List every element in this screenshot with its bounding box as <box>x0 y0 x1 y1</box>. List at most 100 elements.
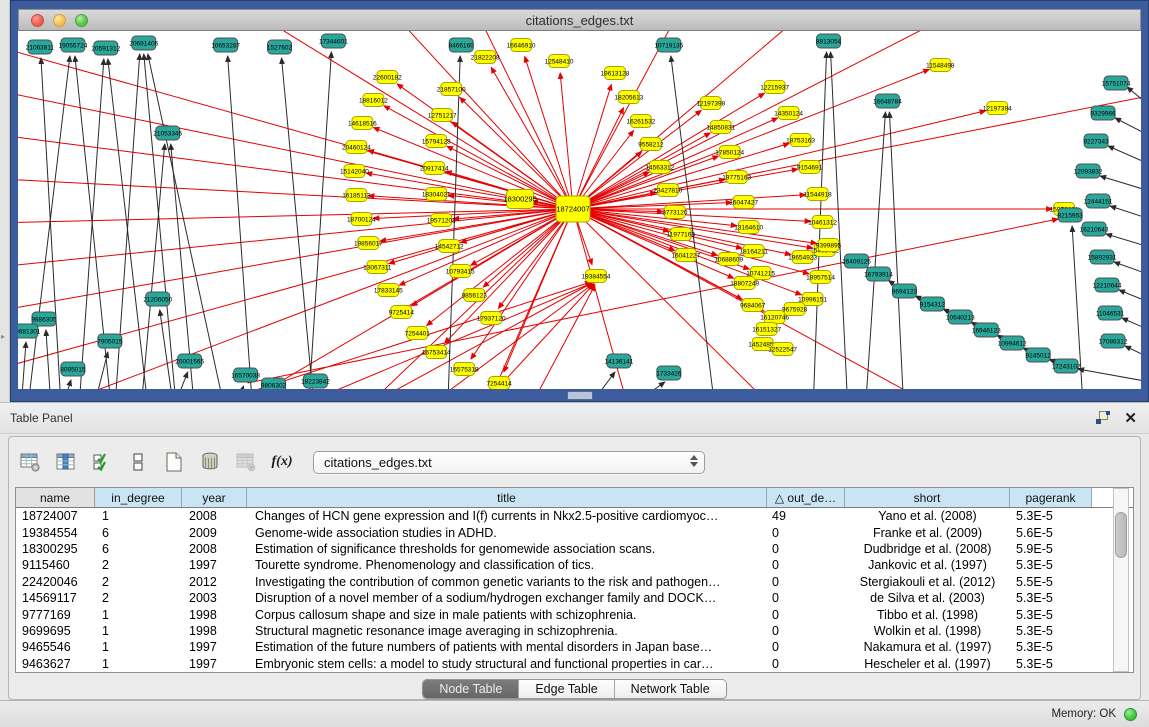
table-cell-name[interactable]: 19384554 <box>16 526 95 540</box>
table-cell-pagerank[interactable]: 5.3E-5 <box>1010 558 1092 572</box>
table-cell-out_degree[interactable]: 0 <box>767 558 845 572</box>
table-cell-short[interactable]: Nakamura et al. (1997) <box>845 640 1010 654</box>
table-row[interactable]: 946554611997Estimation of the future num… <box>16 639 1133 655</box>
network-canvas[interactable]: 1872400718300295226001821881601214618516… <box>18 31 1141 389</box>
table-cell-year[interactable]: 2003 <box>182 591 247 605</box>
table-cell-title[interactable]: Changes of HCN gene expression and I(f) … <box>247 509 767 523</box>
table-cell-pagerank[interactable]: 5.3E-5 <box>1010 509 1092 523</box>
table-cell-out_degree[interactable]: 0 <box>767 526 845 540</box>
table-cell-in_degree[interactable]: 2 <box>95 591 182 605</box>
table-cell-out_degree[interactable]: 0 <box>767 640 845 654</box>
table-cell-pagerank[interactable]: 5.3E-5 <box>1010 640 1092 654</box>
column-header-name[interactable]: name <box>16 488 95 507</box>
table-scrollbar-thumb[interactable] <box>1115 512 1127 558</box>
delete-column-button[interactable] <box>195 447 225 477</box>
table-cell-name[interactable]: 14569117 <box>16 591 95 605</box>
table-cell-short[interactable]: de Silva et al. (2003) <box>845 591 1010 605</box>
table-cell-year[interactable]: 2008 <box>182 509 247 523</box>
table-cell-title[interactable]: Disruption of a novel member of a sodium… <box>247 591 767 605</box>
table-cell-pagerank[interactable]: 5.9E-5 <box>1010 542 1092 556</box>
table-row[interactable]: 1456911722003Disruption of a novel membe… <box>16 590 1133 606</box>
table-cell-name[interactable]: 22420046 <box>16 575 95 589</box>
table-cell-pagerank[interactable]: 5.5E-5 <box>1010 575 1092 589</box>
table-cell-out_degree[interactable]: 0 <box>767 657 845 671</box>
close-panel-icon[interactable]: ✕ <box>1124 411 1137 426</box>
table-cell-out_degree[interactable]: 0 <box>767 591 845 605</box>
table-cell-title[interactable]: Genome-wide association studies in ADHD. <box>247 526 767 540</box>
table-cell-title[interactable]: Embryonic stem cells: a model to study s… <box>247 657 767 671</box>
table-row[interactable]: 977716911998Corpus callosum shape and si… <box>16 606 1133 622</box>
table-cell-in_degree[interactable]: 1 <box>95 657 182 671</box>
table-cell-in_degree[interactable]: 1 <box>95 509 182 523</box>
table-cell-out_degree[interactable]: 49 <box>767 509 845 523</box>
table-row[interactable]: 946362711997Embryonic stem cells: a mode… <box>16 656 1133 672</box>
table-select-dropdown[interactable]: citations_edges.txt <box>313 451 705 474</box>
table-cell-in_degree[interactable]: 1 <box>95 608 182 622</box>
table-cell-year[interactable]: 1998 <box>182 608 247 622</box>
table-cell-short[interactable]: Tibbo et al. (1998) <box>845 608 1010 622</box>
tab-network-table[interactable]: Network Table <box>615 680 726 698</box>
table-cell-name[interactable]: 9115460 <box>16 558 95 572</box>
table-cell-in_degree[interactable]: 6 <box>95 526 182 540</box>
table-cell-year[interactable]: 1997 <box>182 640 247 654</box>
table-row[interactable]: 969969511998Structural magnetic resonanc… <box>16 623 1133 639</box>
table-row[interactable]: 911546021997Tourette syndrome. Phenomeno… <box>16 557 1133 573</box>
table-cell-out_degree[interactable]: 0 <box>767 575 845 589</box>
table-cell-name[interactable]: 18724007 <box>16 509 95 523</box>
float-panel-icon[interactable] <box>1096 411 1110 425</box>
table-cell-out_degree[interactable]: 0 <box>767 542 845 556</box>
table-cell-name[interactable]: 9699695 <box>16 624 95 638</box>
new-column-button[interactable] <box>159 447 189 477</box>
control-panel-edge[interactable]: ▸ <box>0 0 10 402</box>
table-cell-title[interactable]: Tourette syndrome. Phenomenology and cla… <box>247 558 767 572</box>
table-cell-in_degree[interactable]: 6 <box>95 542 182 556</box>
table-cell-pagerank[interactable]: 5.3E-5 <box>1010 608 1092 622</box>
table-cell-pagerank[interactable]: 5.3E-5 <box>1010 657 1092 671</box>
table-cell-short[interactable]: Wolkin et al. (1998) <box>845 624 1010 638</box>
tab-edge-table[interactable]: Edge Table <box>519 680 614 698</box>
column-header-in-degree[interactable]: in_degree <box>95 488 182 507</box>
network-window-titlebar[interactable]: citations_edges.txt <box>18 9 1141 31</box>
table-row[interactable]: 2242004622012Investigating the contribut… <box>16 574 1133 590</box>
table-cell-name[interactable]: 9777169 <box>16 608 95 622</box>
column-header-year[interactable]: year <box>182 488 247 507</box>
function-builder-button[interactable]: f(x) <box>267 447 297 477</box>
table-cell-short[interactable]: Hescheler et al. (1997) <box>845 657 1010 671</box>
column-header-pagerank[interactable]: pagerank <box>1010 488 1092 507</box>
table-row[interactable]: 1938455462009Genome-wide association stu… <box>16 524 1133 540</box>
column-header-title[interactable]: title <box>247 488 767 507</box>
table-cell-name[interactable]: 9465546 <box>16 640 95 654</box>
table-cell-out_degree[interactable]: 0 <box>767 624 845 638</box>
column-header-short[interactable]: short <box>845 488 1010 507</box>
table-cell-year[interactable]: 1998 <box>182 624 247 638</box>
table-cell-pagerank[interactable]: 5.3E-5 <box>1010 624 1092 638</box>
table-cell-title[interactable]: Estimation of significance thresholds fo… <box>247 542 767 556</box>
table-cell-name[interactable]: 18300295 <box>16 542 95 556</box>
table-cell-out_degree[interactable]: 0 <box>767 608 845 622</box>
table-cell-title[interactable]: Structural magnetic resonance image aver… <box>247 624 767 638</box>
table-cell-title[interactable]: Estimation of the future numbers of pati… <box>247 640 767 654</box>
splitter-grip[interactable] <box>567 391 593 400</box>
table-cell-short[interactable]: Stergiakouli et al. (2012) <box>845 575 1010 589</box>
table-cell-year[interactable]: 1997 <box>182 558 247 572</box>
table-settings-button[interactable] <box>15 447 45 477</box>
table-cell-year[interactable]: 2009 <box>182 526 247 540</box>
table-cell-year[interactable]: 1997 <box>182 657 247 671</box>
table-cell-in_degree[interactable]: 1 <box>95 640 182 654</box>
column-select-button[interactable] <box>87 447 117 477</box>
table-scrollbar[interactable] <box>1113 488 1129 672</box>
table-cell-name[interactable]: 9463627 <box>16 657 95 671</box>
table-row[interactable]: 1830029562008Estimation of significance … <box>16 541 1133 557</box>
table-cell-in_degree[interactable]: 2 <box>95 558 182 572</box>
table-cell-short[interactable]: Jankovic et al. (1997) <box>845 558 1010 572</box>
collapse-arrow-icon[interactable]: ▸ <box>1 332 5 341</box>
table-cell-title[interactable]: Investigating the contribution of common… <box>247 575 767 589</box>
row-height-button[interactable] <box>123 447 153 477</box>
tab-node-table[interactable]: Node Table <box>423 680 519 698</box>
table-cell-title[interactable]: Corpus callosum shape and size in male p… <box>247 608 767 622</box>
table-cell-in_degree[interactable]: 1 <box>95 624 182 638</box>
table-cell-pagerank[interactable]: 5.6E-5 <box>1010 526 1092 540</box>
table-cell-short[interactable]: Franke et al. (2009) <box>845 526 1010 540</box>
table-cell-short[interactable]: Yano et al. (2008) <box>845 509 1010 523</box>
table-cell-year[interactable]: 2008 <box>182 542 247 556</box>
